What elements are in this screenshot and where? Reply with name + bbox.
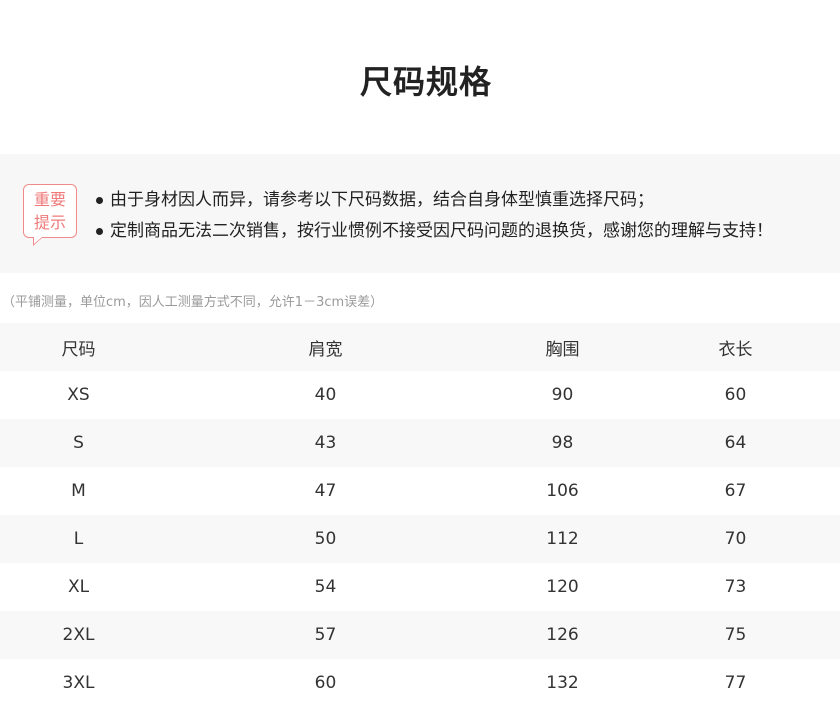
cell-length: 73	[724, 577, 747, 597]
cell-length: 64	[724, 433, 747, 453]
cell-chest: 106	[546, 481, 579, 501]
badge-line-2: 提示	[33, 213, 66, 232]
table-row: L 50 112 70	[0, 515, 840, 563]
cell-shoulder: 60	[314, 673, 337, 693]
badge-line-1: 重要	[33, 190, 66, 209]
table-row: 2XL 57 126 75	[0, 611, 840, 659]
cell-size: M	[71, 481, 86, 501]
cell-size: 3XL	[62, 673, 95, 693]
important-badge: 重要 提示	[23, 184, 77, 246]
cell-size: S	[73, 433, 84, 453]
page-title: 尺码规格	[359, 63, 492, 101]
cell-length: 60	[724, 385, 747, 405]
cell-size: XL	[67, 577, 90, 597]
notice-list: 由于身材因人而异，请参考以下尺码数据，结合自身体型慎重选择尺码； 定制商品无法二…	[95, 185, 773, 247]
cell-chest: 120	[546, 577, 579, 597]
cell-length: 67	[724, 481, 747, 501]
notice-item: 由于身材因人而异，请参考以下尺码数据，结合自身体型慎重选择尺码；	[95, 185, 773, 216]
cell-size: XS	[67, 385, 90, 405]
table-row: M 47 106 67	[0, 467, 840, 515]
header-size: 尺码	[61, 339, 96, 360]
cell-chest: 132	[546, 673, 579, 693]
cell-size: L	[73, 529, 84, 549]
table-row: 3XL 60 132 77	[0, 659, 840, 707]
cell-length: 77	[724, 673, 747, 693]
cell-chest: 112	[546, 529, 579, 549]
table-row: S 43 98 64	[0, 419, 840, 467]
cell-shoulder: 47	[314, 481, 337, 501]
header-shoulder: 肩宽	[308, 339, 343, 360]
notice-item: 定制商品无法二次销售，按行业惯例不接受因尺码问题的退换货，感谢您的理解与支持！	[95, 216, 773, 247]
notice-item-text: 定制商品无法二次销售，按行业惯例不接受因尺码问题的退换货，感谢您的理解与支持！	[110, 221, 773, 241]
table-header-row: 尺码 肩宽 胸围 衣长	[0, 323, 840, 371]
cell-shoulder: 40	[314, 385, 337, 405]
bullet-icon	[96, 197, 103, 204]
cell-chest: 98	[551, 433, 574, 453]
table-row: XL 54 120 73	[0, 563, 840, 611]
cell-length: 70	[724, 529, 747, 549]
size-table: 尺码 肩宽 胸围 衣长 XS 40 90 60 S 43 98 64 M 47 …	[0, 323, 840, 707]
table-row: XS 40 90 60	[0, 371, 840, 419]
cell-chest: 126	[546, 625, 579, 645]
cell-shoulder: 54	[314, 577, 337, 597]
cell-size: 2XL	[62, 625, 95, 645]
cell-chest: 90	[551, 385, 574, 405]
cell-shoulder: 50	[314, 529, 337, 549]
cell-shoulder: 43	[314, 433, 337, 453]
bullet-icon	[96, 228, 103, 235]
cell-length: 75	[724, 625, 747, 645]
cell-shoulder: 57	[314, 625, 337, 645]
header-length: 衣长	[718, 339, 753, 360]
header-chest: 胸围	[545, 339, 580, 360]
notice-panel: 重要 提示 由于身材因人而异，请参考以下尺码数据，结合自身体型慎重选择尺码； 定…	[0, 154, 840, 273]
measurement-note: （平铺测量，单位cm，因人工测量方式不同，允许1－3cm误差）	[2, 295, 384, 310]
notice-item-text: 由于身材因人而异，请参考以下尺码数据，结合自身体型慎重选择尺码；	[110, 190, 654, 210]
